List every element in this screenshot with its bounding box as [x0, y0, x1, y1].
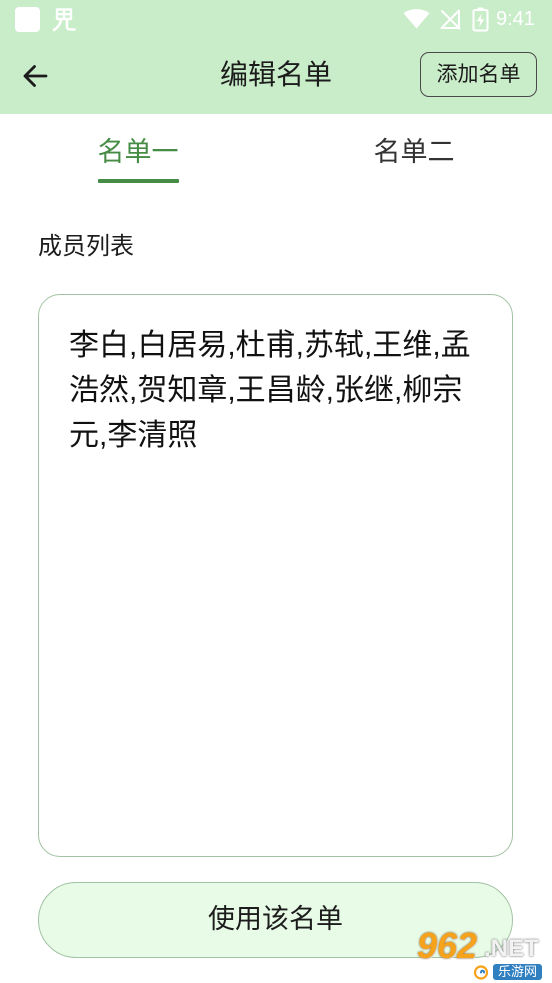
wifi-icon	[403, 9, 430, 29]
back-button[interactable]	[16, 58, 54, 93]
back-arrow-icon	[23, 64, 48, 87]
battery-charging-icon	[472, 7, 489, 32]
watermark-name: 乐游网	[493, 964, 543, 980]
back-arrow-icon-shape	[23, 64, 48, 87]
app-notification-icon-left-leg	[52, 17, 63, 32]
list-tabs: 名单一 名单二	[0, 114, 552, 184]
tab-list-two[interactable]: 名单二	[276, 114, 552, 184]
watermark-swirl-icon-ring	[473, 965, 489, 980]
tab-label: 名单一	[97, 137, 179, 167]
tab-content: 名单一	[97, 114, 179, 184]
status-bar: 9:41	[0, 0, 552, 38]
no-signal-icon	[440, 9, 461, 30]
app-notification-icon	[52, 8, 76, 32]
wifi-icon-shape	[403, 9, 430, 29]
tab-label: 名单二	[373, 137, 455, 167]
app-bar: 编辑名单 添加名单	[0, 38, 552, 114]
member-list-textarea[interactable]: 李白,白居易,杜甫,苏轼,王维,孟浩然,贺知章,王昌龄,张继,柳宗元,李清照	[38, 294, 513, 857]
app-notification-icon-head	[55, 8, 73, 21]
status-time: 9:41	[496, 8, 535, 30]
app-notification-icon-right-leg	[65, 17, 76, 31]
use-list-button[interactable]: 使用该名单	[38, 882, 513, 958]
tab-content: 名单二	[374, 114, 455, 184]
watermark-swirl-icon	[473, 965, 489, 980]
page-title: 编辑名单	[219, 59, 332, 90]
add-list-button[interactable]: 添加名单	[420, 52, 537, 97]
watermark-swirl-icon-curl	[480, 969, 485, 974]
app-square-icon	[15, 7, 40, 32]
battery-icon-bolt	[476, 13, 485, 27]
tab-list-one[interactable]: 名单一	[0, 114, 276, 184]
edit-list-screen: { "status_bar": { "time": "9:41", "left_…	[0, 0, 552, 983]
members-label: 成员列表	[38, 233, 134, 260]
active-tab-indicator	[97, 179, 179, 183]
